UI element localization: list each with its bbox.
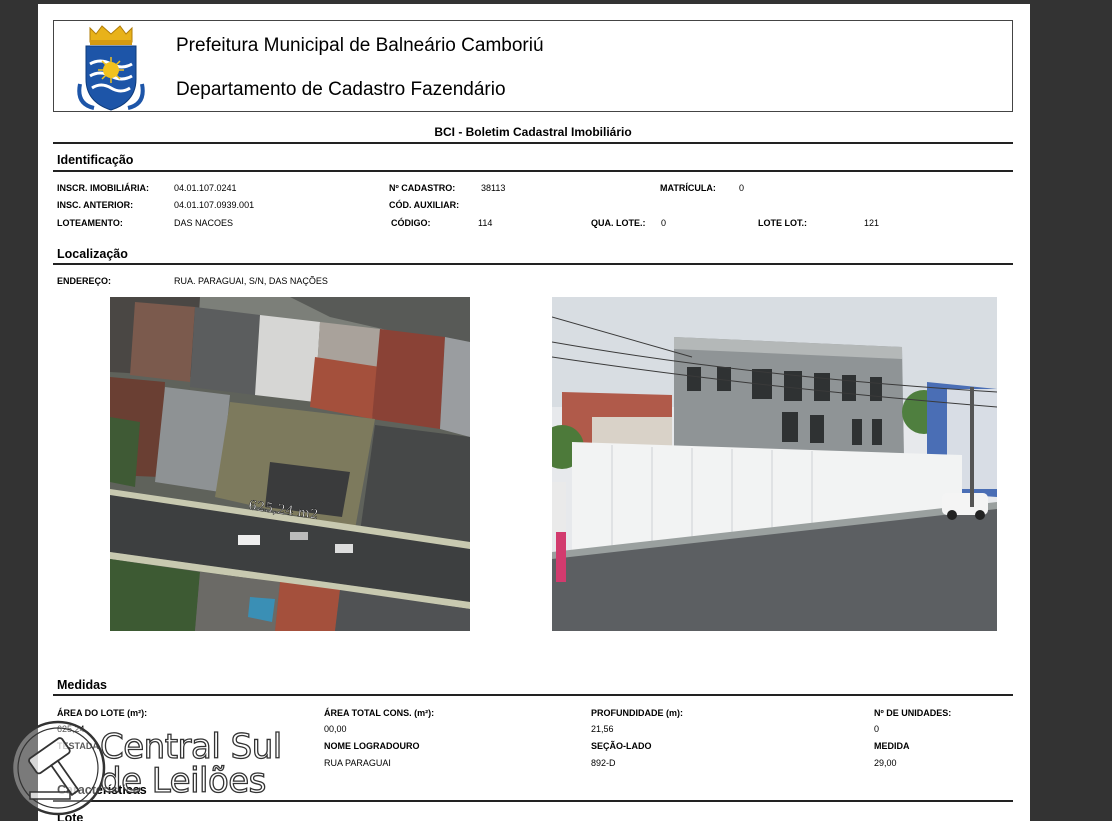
street-photo bbox=[552, 297, 997, 631]
n-unidades-value: 0 bbox=[874, 724, 880, 734]
header-department: Departamento de Cadastro Fazendário bbox=[176, 79, 506, 100]
n-cadastro-label: Nº CADASTRO: bbox=[389, 183, 456, 193]
divider bbox=[53, 694, 1013, 696]
inscr-imobiliaria-label: INSCR. IMOBILIÁRIA: bbox=[57, 183, 149, 193]
gavel-icon bbox=[10, 720, 106, 816]
matricula-value: 0 bbox=[739, 183, 745, 193]
auction-watermark: Central Sul de Leilões bbox=[8, 718, 308, 818]
municipal-crest-logo bbox=[77, 25, 145, 111]
watermark-line2: de Leilões bbox=[99, 761, 267, 801]
medida-value: 29,00 bbox=[874, 758, 897, 768]
endereco-value: RUA. PARAGUAI, S/N, DAS NAÇÕES bbox=[174, 276, 328, 286]
lote-lot-value: 121 bbox=[864, 218, 880, 228]
section-localizacao-title: Localização bbox=[57, 247, 128, 261]
secao-lado-value: 892-D bbox=[591, 758, 616, 768]
codigo-value: 114 bbox=[478, 218, 493, 228]
watermark-line1: Central Sul bbox=[99, 727, 282, 767]
document-header: Prefeitura Municipal de Balneário Cambor… bbox=[53, 20, 1013, 112]
codigo-label: CÓDIGO: bbox=[391, 218, 431, 228]
n-cadastro-value: 38113 bbox=[481, 183, 506, 193]
qua-lote-label: QUA. LOTE.: bbox=[591, 218, 646, 228]
lote-lot-label: LOTE LOT.: bbox=[758, 218, 807, 228]
nome-logradouro-value: RUA PARAGUAI bbox=[324, 758, 391, 768]
area-lote-label: ÁREA DO LOTE (m²): bbox=[57, 708, 148, 718]
endereco-label: ENDEREÇO: bbox=[57, 276, 112, 286]
inscr-imobiliaria-value: 04.01.107.0241 bbox=[174, 183, 237, 193]
loteamento-value: DAS NACOES bbox=[174, 218, 234, 228]
matricula-label: MATRÍCULA: bbox=[660, 183, 716, 193]
qua-lote-value: 0 bbox=[661, 218, 667, 228]
profundidade-label: PROFUNDIDADE (m): bbox=[591, 708, 683, 718]
n-unidades-label: Nº DE UNIDADES: bbox=[874, 708, 952, 718]
nome-logradouro-label: NOME LOGRADOURO bbox=[324, 741, 420, 751]
document-title: BCI - Boletim Cadastral Imobiliário bbox=[434, 125, 632, 139]
insc-anterior-label: INSC. ANTERIOR: bbox=[57, 200, 134, 210]
section-medidas-title: Medidas bbox=[57, 678, 108, 692]
profundidade-value: 21,56 bbox=[591, 724, 614, 734]
aerial-photo: 625,24 m2 bbox=[110, 297, 470, 631]
divider bbox=[53, 170, 1013, 172]
cod-auxiliar-label: CÓD. AUXILIAR: bbox=[389, 200, 460, 210]
medida-label: MEDIDA bbox=[874, 741, 910, 751]
divider bbox=[53, 142, 1013, 144]
document-page: Prefeitura Municipal de Balneário Cambor… bbox=[38, 4, 1030, 821]
header-municipality: Prefeitura Municipal de Balneário Cambor… bbox=[176, 35, 544, 56]
secao-lado-label: SEÇÃO-LADO bbox=[591, 741, 652, 751]
section-identificacao-title: Identificação bbox=[57, 153, 134, 167]
insc-anterior-value: 04.01.107.0939.001 bbox=[174, 200, 255, 210]
loteamento-label: LOTEAMENTO: bbox=[57, 218, 123, 228]
area-total-label: ÁREA TOTAL CONS. (m²): bbox=[324, 708, 435, 718]
divider bbox=[53, 263, 1013, 265]
area-total-value: 00,00 bbox=[324, 724, 347, 734]
